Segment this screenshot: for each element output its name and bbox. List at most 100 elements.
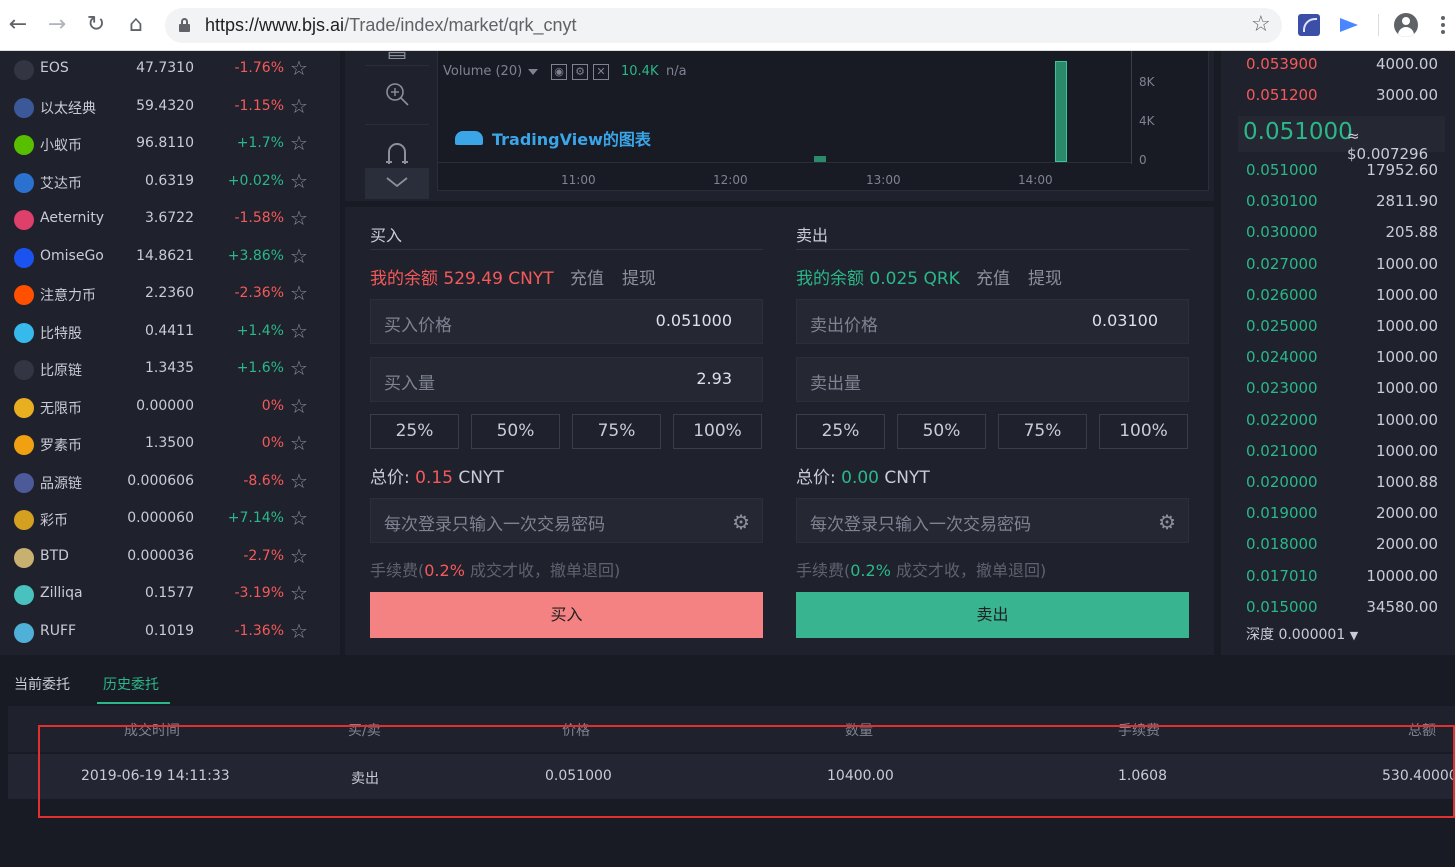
bookmark-star-icon[interactable]: ☆ <box>1251 12 1271 37</box>
ruler-icon[interactable]: ▤ <box>383 47 411 59</box>
favorite-star-icon[interactable]: ☆ <box>290 206 308 230</box>
tradingview-logo-text[interactable]: TradingView的图表 <box>492 126 651 150</box>
browser-menu-icon[interactable] <box>1440 14 1446 36</box>
reload-icon[interactable]: ↻ <box>81 10 111 40</box>
favorite-star-icon[interactable]: ☆ <box>290 619 308 643</box>
market-row[interactable]: 比特股 0.4411 +1.4% ☆ <box>0 314 340 351</box>
sell-pct-75-button[interactable]: 75% <box>998 414 1087 449</box>
bid-row[interactable]: 0.020000 1000.88 <box>1246 473 1438 493</box>
bid-row[interactable]: 0.022000 1000.00 <box>1246 411 1438 431</box>
favorite-star-icon[interactable]: ☆ <box>290 356 308 380</box>
close-icon[interactable]: ✕ <box>593 64 609 80</box>
bid-price: 0.015000 <box>1246 597 1318 616</box>
buy-pct-75-button[interactable]: 75% <box>572 414 661 449</box>
market-row[interactable]: 罗素币 1.3500 0% ☆ <box>0 426 340 463</box>
eye-icon[interactable]: ◉ <box>551 64 567 80</box>
market-row[interactable]: OmiseGo 14.8621 +3.86% ☆ <box>0 239 340 276</box>
ask-row[interactable]: 0.051200 3000.00 <box>1246 86 1438 106</box>
sell-pct-100-button[interactable]: 100% <box>1099 414 1188 449</box>
market-change: -8.6% <box>243 472 284 489</box>
volume-indicator-label[interactable]: Volume (20) <box>443 64 522 79</box>
favorite-star-icon[interactable]: ☆ <box>290 469 308 493</box>
favorite-star-icon[interactable]: ☆ <box>290 394 308 418</box>
extension-icon[interactable] <box>1298 14 1320 36</box>
favorite-star-icon[interactable]: ☆ <box>290 169 308 193</box>
bid-row[interactable]: 0.027000 1000.00 <box>1246 255 1438 275</box>
buy-pct-25-button[interactable]: 25% <box>370 414 459 449</box>
magnet-icon[interactable] <box>383 140 411 168</box>
favorite-star-icon[interactable]: ☆ <box>290 244 308 268</box>
market-row[interactable]: 彩币 0.000060 +7.14% ☆ <box>0 501 340 538</box>
gear-icon[interactable]: ⚙ <box>732 510 750 534</box>
bid-row[interactable]: 0.015000 34580.00 <box>1246 598 1438 618</box>
market-price: 47.7310 <box>136 60 194 76</box>
sell-pct-50-button[interactable]: 50% <box>897 414 986 449</box>
market-row[interactable]: Aeternity 3.6722 -1.58% ☆ <box>0 201 340 238</box>
market-row[interactable]: 无限币 0.00000 0% ☆ <box>0 389 340 426</box>
market-row[interactable]: 比原链 1.3435 +1.6% ☆ <box>0 351 340 388</box>
withdraw-link[interactable]: 提现 <box>622 264 656 289</box>
market-row[interactable]: 以太经典 59.4320 -1.15% ☆ <box>0 89 340 126</box>
buy-amount-field[interactable]: 买入量 2.93 <box>370 357 763 402</box>
deposit-link[interactable]: 充值 <box>570 264 604 289</box>
market-row[interactable]: Zilliqa 0.1577 -3.19% ☆ <box>0 576 340 613</box>
zoom-in-icon[interactable] <box>383 80 411 108</box>
url-text[interactable]: https://www.bjs.ai/Trade/index/market/qr… <box>205 15 577 36</box>
forward-icon[interactable]: → <box>42 10 72 40</box>
extension-arrow-icon[interactable] <box>1338 14 1360 36</box>
market-price: 0.1019 <box>145 622 194 639</box>
home-icon[interactable]: ⌂ <box>121 10 151 40</box>
sell-password-field[interactable]: 每次登录只输入一次交易密码 ⚙ <box>796 498 1189 543</box>
market-row[interactable]: EOS 47.7310 -1.76% ☆ <box>0 51 340 88</box>
deposit-link[interactable]: 充值 <box>976 264 1010 289</box>
sell-pct-25-button[interactable]: 25% <box>796 414 885 449</box>
buy-price-field[interactable]: 买入价格 0.051000 <box>370 299 763 344</box>
market-row[interactable]: 品源链 0.000606 -8.6% ☆ <box>0 464 340 501</box>
favorite-star-icon[interactable]: ☆ <box>290 431 308 455</box>
bid-row[interactable]: 0.023000 1000.00 <box>1246 379 1438 399</box>
bid-row[interactable]: 0.025000 1000.00 <box>1246 317 1438 337</box>
bid-row[interactable]: 0.021000 1000.00 <box>1246 442 1438 462</box>
back-icon[interactable]: ← <box>3 10 33 40</box>
favorite-star-icon[interactable]: ☆ <box>290 131 308 155</box>
favorite-star-icon[interactable]: ☆ <box>290 281 308 305</box>
favorite-star-icon[interactable]: ☆ <box>290 506 308 530</box>
depth-select[interactable]: 深度 0.000001 ▼ <box>1246 624 1358 644</box>
buy-pct-50-button[interactable]: 50% <box>471 414 560 449</box>
favorite-star-icon[interactable]: ☆ <box>290 581 308 605</box>
ask-row[interactable]: 0.053900 4000.00 <box>1246 55 1438 75</box>
market-row[interactable]: 注意力币 2.2360 -2.36% ☆ <box>0 276 340 313</box>
bid-row[interactable]: 0.026000 1000.00 <box>1246 286 1438 306</box>
buy-password-field[interactable]: 每次登录只输入一次交易密码 ⚙ <box>370 498 763 543</box>
sell-amount-field[interactable]: 卖出量 <box>796 357 1189 402</box>
gear-icon[interactable]: ⚙ <box>1158 510 1176 534</box>
buy-pct-100-button[interactable]: 100% <box>673 414 762 449</box>
address-bar[interactable]: https://www.bjs.ai/Trade/index/market/qr… <box>165 8 1282 43</box>
market-row[interactable]: 艾达币 0.6319 +0.02% ☆ <box>0 164 340 201</box>
favorite-star-icon[interactable]: ☆ <box>290 56 308 80</box>
market-row[interactable]: BTD 0.000036 -2.7% ☆ <box>0 539 340 576</box>
sell-button[interactable]: 卖出 <box>796 592 1189 638</box>
market-row[interactable]: 小蚁币 96.8110 +1.7% ☆ <box>0 126 340 163</box>
bid-row[interactable]: 0.019000 2000.00 <box>1246 504 1438 524</box>
bid-row[interactable]: 0.018000 2000.00 <box>1246 535 1438 555</box>
tab-history-orders[interactable]: 历史委托 <box>103 674 159 694</box>
favorite-star-icon[interactable]: ☆ <box>290 544 308 568</box>
profile-avatar-icon[interactable] <box>1394 13 1418 37</box>
bid-row[interactable]: 0.051000 17952.60 <box>1246 161 1438 181</box>
market-row[interactable]: RUFF 0.1019 -1.36% ☆ <box>0 614 340 651</box>
withdraw-link[interactable]: 提现 <box>1028 264 1062 289</box>
bid-row[interactable]: 0.024000 1000.00 <box>1246 348 1438 368</box>
lock-icon <box>179 18 190 32</box>
collapse-tools-button[interactable] <box>365 168 429 199</box>
volume-dropdown-icon[interactable] <box>528 69 538 75</box>
bid-row[interactable]: 0.017010 10000.00 <box>1246 567 1438 587</box>
bid-row[interactable]: 0.030100 2811.90 <box>1246 192 1438 212</box>
favorite-star-icon[interactable]: ☆ <box>290 319 308 343</box>
tab-current-orders[interactable]: 当前委托 <box>14 674 70 694</box>
favorite-star-icon[interactable]: ☆ <box>290 94 308 118</box>
buy-button[interactable]: 买入 <box>370 592 763 638</box>
settings-icon[interactable]: ⚙ <box>572 64 588 80</box>
bid-row[interactable]: 0.030000 205.88 <box>1246 223 1438 243</box>
sell-price-field[interactable]: 卖出价格 0.03100 <box>796 299 1189 344</box>
